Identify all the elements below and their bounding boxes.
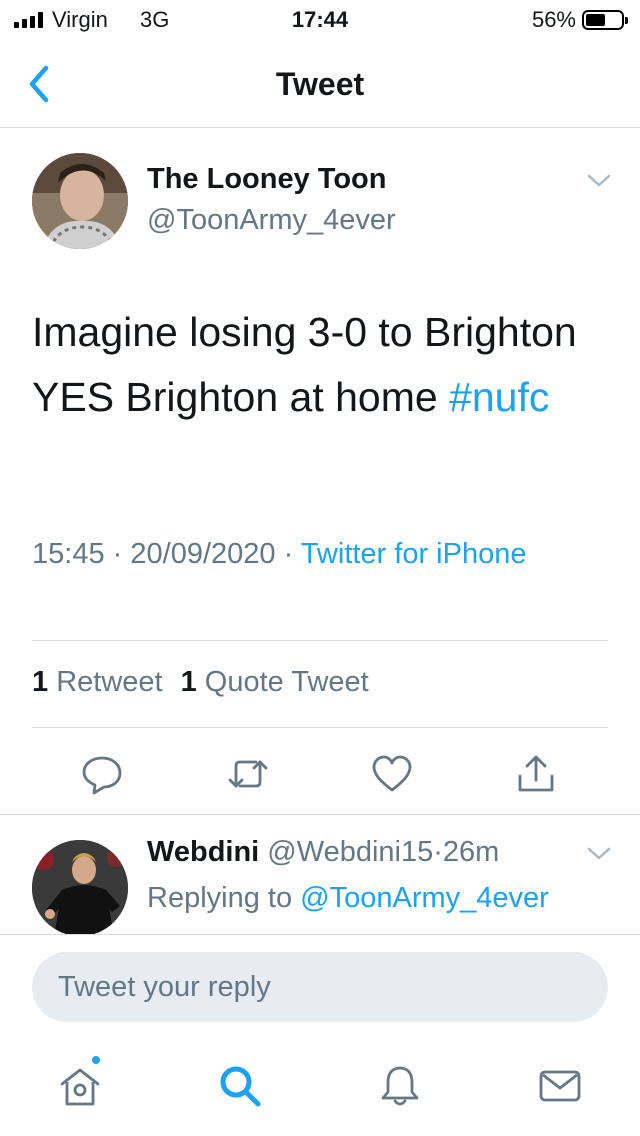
retweets-stat[interactable]: 1 Retweet bbox=[32, 666, 163, 699]
tweet-metadata: 15:45 · 20/09/2020 · Twitter for iPhone bbox=[32, 533, 592, 576]
quote-tweets-stat[interactable]: 1 Quote Tweet bbox=[181, 666, 369, 699]
notification-badge bbox=[90, 1054, 102, 1066]
messages-icon bbox=[539, 1070, 581, 1102]
retweet-count: 1 bbox=[32, 666, 49, 698]
quote-label: Quote Tweet bbox=[204, 666, 369, 698]
search-icon bbox=[220, 1066, 261, 1107]
replying-to-link[interactable]: @ToonArmy_4ever bbox=[300, 882, 549, 914]
chevron-down-icon[interactable] bbox=[585, 845, 613, 863]
tab-home[interactable] bbox=[56, 1062, 104, 1110]
divider bbox=[32, 640, 608, 641]
navigation-bar: Tweet bbox=[0, 40, 640, 128]
author-display-name[interactable]: The Looney Toon bbox=[147, 163, 387, 196]
reply-composer: Tweet your reply bbox=[0, 934, 640, 1034]
replying-prefix: Replying to bbox=[147, 882, 293, 914]
meta-separator: · bbox=[112, 538, 123, 570]
like-icon bbox=[372, 755, 412, 792]
tweet-text: Imagine losing 3-0 to Brighton YES Brigh… bbox=[32, 300, 592, 430]
avatar-image bbox=[32, 840, 128, 936]
avatar[interactable] bbox=[32, 153, 128, 249]
tab-search[interactable] bbox=[216, 1062, 264, 1110]
tweet-date: 20/09/2020 bbox=[130, 538, 276, 570]
reply-time: 26m bbox=[442, 836, 500, 868]
divider bbox=[0, 814, 640, 815]
retweet-button[interactable] bbox=[226, 752, 270, 796]
retweet-label: Retweet bbox=[56, 666, 163, 698]
reply-button[interactable] bbox=[80, 752, 124, 796]
quote-count: 1 bbox=[180, 666, 197, 698]
reply-header: Webdini @Webdini15·26m bbox=[147, 836, 499, 869]
status-bar: Virgin 3G 17:44 56% bbox=[0, 0, 640, 40]
like-button[interactable] bbox=[370, 752, 414, 796]
battery-percentage: 56% bbox=[531, 7, 576, 32]
replying-to: Replying to @ToonArmy_4ever bbox=[147, 882, 549, 915]
share-button[interactable] bbox=[514, 752, 558, 796]
reply-author-handle[interactable]: @Webdini15 bbox=[267, 836, 433, 868]
battery-icon bbox=[582, 10, 628, 30]
tab-notifications[interactable] bbox=[376, 1062, 424, 1110]
page-title: Tweet bbox=[275, 66, 365, 102]
home-icon bbox=[60, 1068, 100, 1106]
tab-messages[interactable] bbox=[536, 1062, 584, 1110]
retweet-icon bbox=[228, 760, 268, 788]
reply-icon bbox=[82, 756, 122, 795]
tweet-stats: 1 Retweet 1 Quote Tweet bbox=[32, 666, 369, 699]
chevron-down-icon[interactable] bbox=[585, 172, 613, 190]
hashtag-link[interactable]: #nufc bbox=[449, 374, 549, 420]
avatar[interactable] bbox=[32, 840, 128, 936]
reply-author-name[interactable]: Webdini bbox=[147, 836, 259, 868]
meta-separator: · bbox=[433, 836, 443, 868]
divider bbox=[32, 727, 608, 728]
reply-input[interactable]: Tweet your reply bbox=[32, 952, 608, 1022]
tab-bar bbox=[0, 1040, 640, 1136]
share-icon bbox=[518, 755, 554, 792]
tweet-source-link[interactable]: Twitter for iPhone bbox=[301, 538, 527, 570]
author-handle[interactable]: @ToonArmy_4ever bbox=[147, 204, 396, 237]
avatar-image bbox=[32, 153, 128, 249]
notifications-icon bbox=[381, 1066, 419, 1106]
tweet-time: 15:45 bbox=[32, 538, 105, 570]
meta-separator: · bbox=[283, 538, 294, 570]
